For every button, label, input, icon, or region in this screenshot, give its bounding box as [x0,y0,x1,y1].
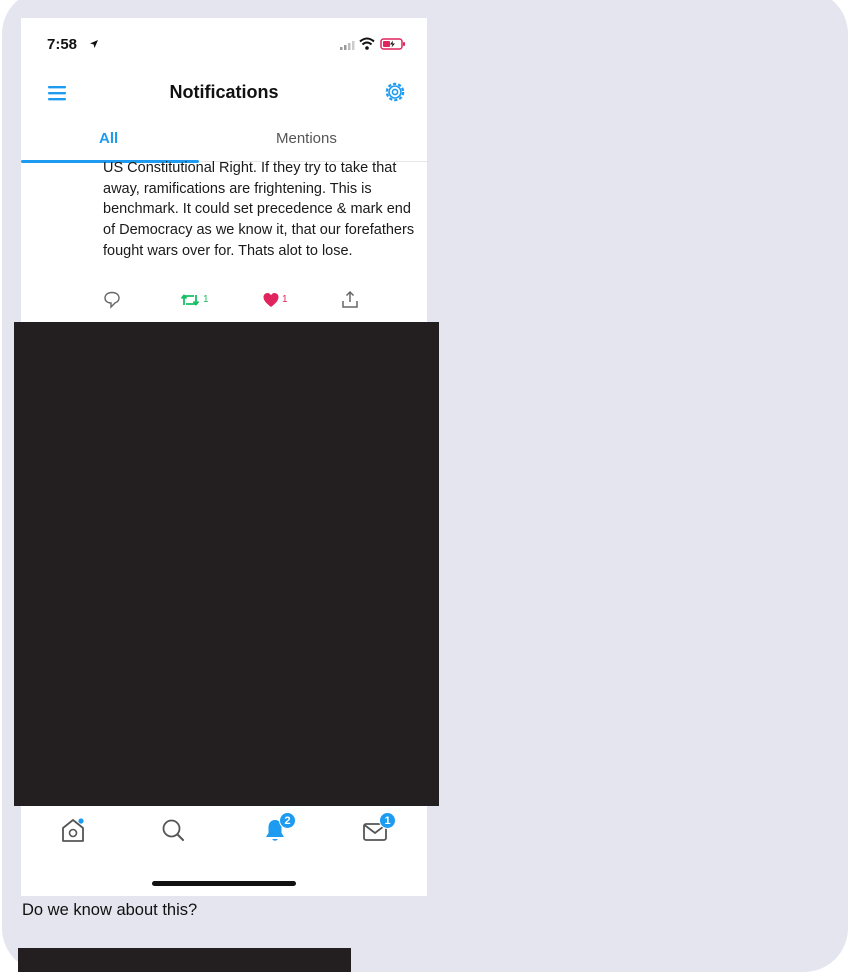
redaction-bar [18,948,351,972]
home-indicator [152,881,296,886]
notifications-badge: 2 [279,812,296,829]
tweet-text: US Constitutional Right. If they try to … [103,160,415,259]
home-icon[interactable] [59,816,87,844]
like-count: 1 [282,294,288,305]
notification-tabs: All Mentions [21,124,427,163]
location-arrow-icon [90,40,98,48]
retweet-count: 1 [203,294,209,305]
message-caption: Do we know about this? [22,901,198,919]
status-time: 7:58 [47,36,78,53]
signal-icon [340,41,355,50]
reply-icon[interactable] [103,290,121,310]
wifi-icon [359,37,375,50]
tab-mentions[interactable]: Mentions [276,130,337,147]
bottom-tab-bar: 2 1 [21,810,427,860]
battery-icon [380,38,405,50]
page-title: Notifications [169,82,279,102]
tab-all[interactable]: All [99,130,118,147]
share-icon[interactable] [341,290,359,310]
redaction-block [14,322,439,806]
gear-icon[interactable] [383,80,407,104]
status-bar: 7:58 [21,18,427,70]
nav-header: Notifications [21,70,427,118]
tweet-actions: 1 1 [103,290,403,312]
like-icon[interactable] [262,290,280,310]
search-icon[interactable] [159,816,187,844]
retweet-icon[interactable] [180,290,200,310]
messages-badge: 1 [379,812,396,829]
